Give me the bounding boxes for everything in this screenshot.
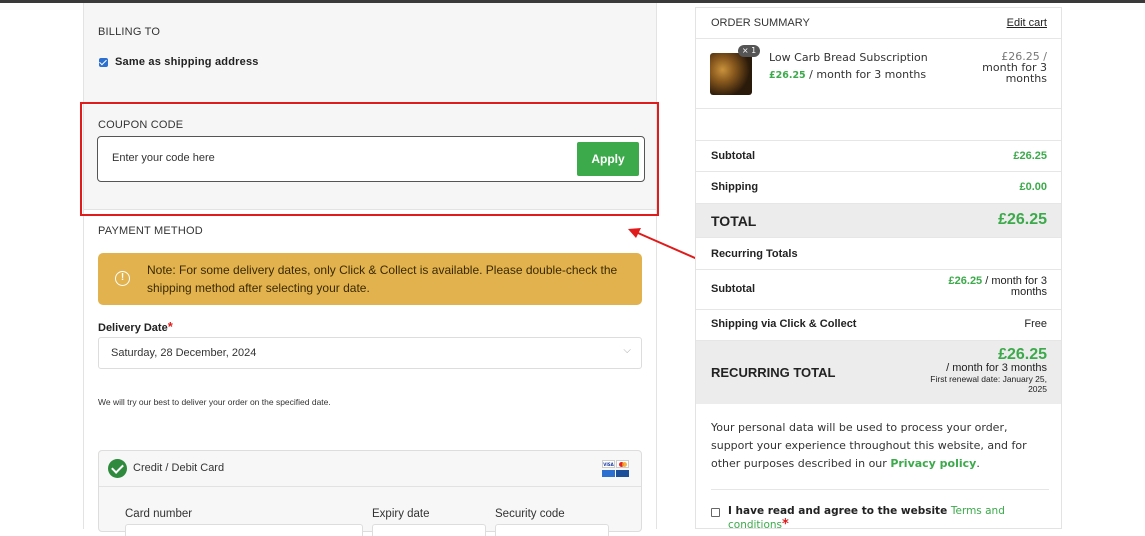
divider: [696, 108, 1061, 109]
shipping-label: Shipping: [711, 181, 759, 193]
subtotal-value: £26.25: [1013, 150, 1047, 162]
subtotal-row: Subtotal £26.25: [696, 140, 1061, 171]
edit-cart-link[interactable]: Edit cart: [1007, 17, 1047, 29]
total-label: TOTAL: [711, 213, 757, 229]
privacy-policy-link[interactable]: Privacy policy: [890, 457, 976, 470]
recurring-shipping-value: Free: [1024, 318, 1047, 330]
product-price: £26.25 / month for 3 months: [769, 68, 927, 81]
shipping-row: Shipping £0.00: [696, 171, 1061, 203]
total-row: TOTAL £26.25: [696, 203, 1061, 237]
recurring-subtotal-value: £26.25 / month for 3 months: [948, 275, 1047, 298]
recurring-shipping-row: Shipping via Click & Collect Free: [696, 309, 1061, 340]
recurring-total-row: RECURRING TOTAL £26.25 / month for 3 mon…: [696, 340, 1061, 404]
recurring-total-value: £26.25 / month for 3 months First renewa…: [930, 346, 1047, 394]
divider: [696, 38, 1061, 39]
recurring-subtotal-row: Subtotal £26.25 / month for 3 months: [696, 269, 1061, 309]
product-name[interactable]: Low Carb Bread Subscription: [769, 51, 928, 64]
order-summary-panel: ORDER SUMMARY Edit cart × 1 Low Carb Bre…: [695, 7, 1062, 532]
subtotal-label: Subtotal: [711, 150, 755, 162]
recurring-shipping-label: Shipping via Click & Collect: [711, 318, 857, 330]
recurring-total-label: RECURRING TOTAL: [711, 365, 836, 380]
total-value: £26.25: [998, 211, 1047, 228]
shipping-value: £0.00: [1019, 181, 1047, 193]
terms-checkbox[interactable]: [711, 508, 720, 517]
product-line-total: £26.25 / month for 3 months: [982, 50, 1047, 85]
privacy-notice: Your personal data will be used to proce…: [711, 421, 1027, 470]
recurring-subtotal-label: Subtotal: [711, 283, 755, 295]
divider: [711, 489, 1049, 490]
quantity-badge: × 1: [738, 45, 760, 57]
recurring-totals-row: Recurring Totals: [696, 237, 1061, 269]
order-summary-heading: ORDER SUMMARY: [711, 17, 810, 29]
recurring-totals-heading: Recurring Totals: [711, 248, 798, 260]
terms-label[interactable]: I have read and agree to the website Ter…: [728, 505, 1061, 532]
product-image: [710, 53, 752, 95]
